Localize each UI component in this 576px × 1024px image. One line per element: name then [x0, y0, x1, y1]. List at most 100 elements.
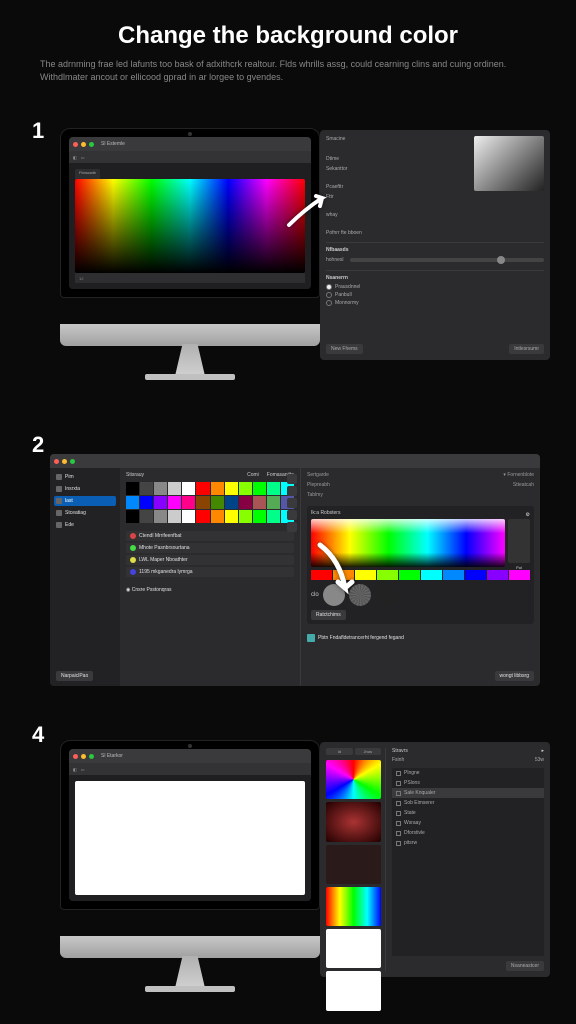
list-item[interactable]: 1195 mkganedra lymrga — [126, 567, 294, 577]
color-swatch[interactable] — [140, 482, 153, 495]
color-swatch[interactable] — [211, 482, 224, 495]
list-item[interactable]: Plngne — [392, 768, 544, 778]
document-tab[interactable]: Fbnscwib — [75, 169, 100, 179]
sidebar-item[interactable]: Ede — [54, 520, 116, 530]
color-swatch[interactable] — [267, 496, 280, 509]
zoom-icon[interactable] — [70, 459, 75, 464]
panel-label[interactable]: Dtime — [326, 156, 468, 162]
hue-swatch[interactable] — [465, 570, 486, 580]
color-swatch[interactable] — [326, 929, 381, 968]
info-chip[interactable]: Pbtn Fndafldetrancerht fergend fegand — [307, 634, 534, 642]
panel-label[interactable]: Fttr — [326, 194, 468, 200]
panel-label[interactable]: Pofnrr fte bboen — [326, 230, 468, 236]
close-icon[interactable]: ▸ — [541, 748, 544, 754]
sidebar-item[interactable]: Stceatiag — [54, 508, 116, 518]
hue-swatch[interactable] — [487, 570, 508, 580]
tool-icon[interactable] — [287, 522, 297, 532]
tool-icon[interactable] — [287, 498, 297, 508]
color-swatch[interactable] — [225, 496, 238, 509]
hue-swatch[interactable] — [377, 570, 398, 580]
panel-button[interactable]: NarpaiclPao — [56, 671, 93, 681]
tool-icon[interactable] — [287, 486, 297, 496]
sidebar-item-active[interactable]: last — [54, 496, 116, 506]
header-label[interactable]: Stteatcah — [513, 482, 534, 488]
list-item[interactable]: LWL Maper Nboathter — [126, 555, 294, 565]
preset-swatch[interactable] — [375, 584, 397, 606]
adjustment-slider[interactable] — [350, 258, 544, 262]
color-swatch[interactable] — [182, 496, 195, 509]
color-swatch[interactable] — [168, 482, 181, 495]
list-item[interactable]: Sob Eimserer — [392, 798, 544, 808]
color-spectrum-canvas[interactable] — [75, 179, 305, 273]
document-canvas[interactable] — [75, 781, 305, 895]
hue-swatch[interactable] — [399, 570, 420, 580]
panel-button-left[interactable]: New Fhems — [326, 344, 363, 354]
panel-label[interactable]: whay — [326, 212, 468, 218]
color-swatch[interactable] — [196, 496, 209, 509]
toggle-switch[interactable] — [508, 519, 530, 563]
close-icon[interactable] — [73, 754, 78, 759]
color-swatch[interactable] — [239, 482, 252, 495]
sidebar-item[interactable]: Insrxta — [54, 484, 116, 494]
gear-icon[interactable]: ⚙ — [526, 512, 530, 518]
color-swatch[interactable] — [253, 510, 266, 523]
color-swatch[interactable] — [253, 482, 266, 495]
swatch-tab[interactable]: Comi — [247, 472, 259, 478]
color-swatch[interactable] — [154, 482, 167, 495]
color-swatch[interactable] — [154, 496, 167, 509]
color-swatch[interactable] — [267, 510, 280, 523]
color-swatch[interactable] — [182, 482, 195, 495]
color-swatch[interactable] — [196, 510, 209, 523]
minimize-icon[interactable] — [81, 754, 86, 759]
panel-label[interactable]: Sekanttor — [326, 166, 468, 172]
toolbar-item[interactable]: ◧ — [73, 767, 77, 772]
color-swatch[interactable] — [253, 496, 266, 509]
hue-swatch[interactable] — [509, 570, 530, 580]
list-item[interactable]: State — [392, 808, 544, 818]
sidebar-item[interactable]: Pim — [54, 472, 116, 482]
color-swatch[interactable] — [126, 510, 139, 523]
color-swatch[interactable] — [239, 510, 252, 523]
color-swatch[interactable] — [239, 496, 252, 509]
tool-icon[interactable] — [287, 510, 297, 520]
close-icon[interactable] — [73, 142, 78, 147]
close-icon[interactable] — [54, 459, 59, 464]
zoom-icon[interactable] — [89, 754, 94, 759]
list-item[interactable]: PSlons — [392, 778, 544, 788]
list-item[interactable]: Mhote Pasnbrsourtana — [126, 543, 294, 553]
color-swatch[interactable] — [326, 845, 381, 884]
toolbar-item[interactable]: ▭ — [81, 767, 85, 772]
color-swatch[interactable] — [140, 496, 153, 509]
color-swatch[interactable] — [168, 510, 181, 523]
minimize-icon[interactable] — [62, 459, 67, 464]
color-wheel-swatch[interactable] — [326, 760, 381, 799]
color-swatch[interactable] — [326, 971, 381, 1010]
color-swatch[interactable] — [196, 482, 209, 495]
header-label[interactable]: ▾ Fornenblote — [503, 472, 534, 478]
list-item[interactable]: Dforstivle — [392, 828, 544, 838]
toolbar-item[interactable]: ◧ — [73, 155, 77, 160]
color-swatch[interactable] — [126, 482, 139, 495]
radio-option[interactable]: Monnormy — [326, 300, 544, 306]
color-swatch[interactable] — [168, 496, 181, 509]
panel-button-right[interactable]: Intlesrsumr — [509, 344, 544, 354]
list-item[interactable]: Wsraay — [392, 818, 544, 828]
radio-option[interactable]: Panbull — [326, 292, 544, 298]
picker-button[interactable]: Ratctchims — [311, 610, 346, 620]
color-swatch[interactable] — [182, 510, 195, 523]
minimize-icon[interactable] — [81, 142, 86, 147]
spectrum-swatch[interactable] — [326, 887, 381, 926]
list-item[interactable]: Sale Knqualer — [392, 788, 544, 798]
color-swatch-grid[interactable] — [126, 482, 294, 523]
color-swatch[interactable] — [326, 802, 381, 841]
color-swatch[interactable] — [140, 510, 153, 523]
radio-option[interactable]: Prausdnnel — [326, 284, 544, 290]
color-swatch[interactable] — [225, 510, 238, 523]
tool-icon[interactable] — [287, 474, 297, 484]
zoom-icon[interactable] — [89, 142, 94, 147]
hue-swatch[interactable] — [443, 570, 464, 580]
panel-tab[interactable]: Smacine — [326, 136, 468, 142]
panel-button[interactable]: Nsaneastcer — [506, 961, 544, 971]
color-swatch[interactable] — [267, 482, 280, 495]
color-swatch[interactable] — [225, 482, 238, 495]
